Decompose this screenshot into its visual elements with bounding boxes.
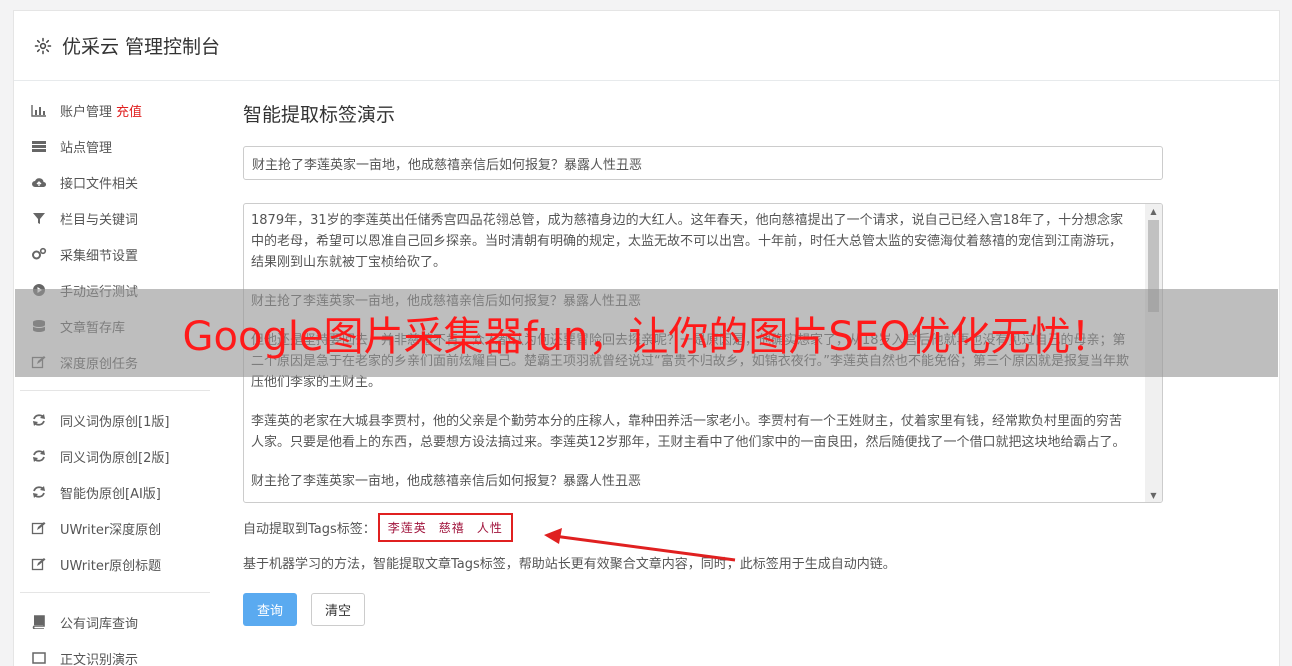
tags-box: 李莲英 慈禧 人性 [377, 512, 513, 542]
tag: 慈禧 [438, 520, 465, 535]
banner-text: Google图片采集器fun，让你的图片SEO优化无忧！ [182, 314, 1111, 360]
sidebar-item[interactable]: 栏目与关键词 [20, 200, 210, 236]
edit-icon [30, 557, 48, 571]
sidebar-item[interactable]: 账户管理 充值 [20, 92, 210, 128]
gear-icon [34, 37, 52, 54]
sidebar-item-label: 采集细节设置 [60, 248, 139, 264]
divider [20, 592, 210, 593]
sidebar-group-2: 同义词伪原创[1版] 同义词伪原创[2版] 智能伪原创[AI版] UWriter深度原… [20, 402, 210, 582]
sidebar-item-label: 栏目与关键词 [60, 212, 139, 228]
filter-icon [30, 211, 48, 225]
sidebar-item[interactable]: 接口文件相关 [20, 164, 210, 200]
sidebar-item[interactable]: 同义词伪原创[1版] [20, 402, 210, 438]
sidebar-item[interactable]: 同义词伪原创[2版] [20, 438, 210, 474]
red-arrow-annotation [544, 528, 736, 562]
refresh-icon [30, 413, 48, 427]
sidebar-item-label: 站点管理 [60, 140, 113, 156]
cloud-upload-icon [30, 175, 48, 189]
sidebar-item[interactable]: 采集细节设置 [20, 236, 210, 272]
article-title-input[interactable]: 财主抢了李莲英家一亩地，他成慈禧亲信后如何报复？暴露人性丑恶 [243, 146, 1163, 180]
scroll-up-arrow-icon[interactable]: ▲ [1145, 204, 1162, 218]
content-paragraph: 1879年，31岁的李莲英出任储秀宫四品花翎总管，成为慈禧身边的大红人。这年春天… [251, 213, 1124, 270]
sidebar-item[interactable]: UWriter深度原创 [20, 510, 210, 546]
button-row: 查询 清空 [243, 593, 1163, 626]
page-title: 优采云 管理控制台 [62, 36, 221, 58]
sidebar: 账户管理充值站点管理接口文件相关栏目与关键词采集细节设置手动运行测试文章暂存库深… [20, 92, 210, 666]
sidebar-item[interactable]: 站点管理 [20, 128, 210, 164]
sidebar-group-3: 公有词库查询 正文识别演示 [20, 604, 210, 666]
tag: 人性 [476, 520, 503, 535]
divider [20, 390, 210, 391]
tags-label: 自动提取到Tags标签： [243, 521, 376, 537]
refresh-icon [30, 485, 48, 499]
square-icon [30, 651, 48, 665]
content-paragraph: 李莲英的老家在大城县李贾村，他的父亲是个勤劳本分的庄稼人，靠种田养活一家老小。李… [251, 414, 1126, 450]
section-heading: 智能提取标签演示 [243, 104, 396, 126]
sidebar-item[interactable]: UWriter原创标题 [20, 546, 210, 582]
article-title-value: 财主抢了李莲英家一亩地，他成慈禧亲信后如何报复？暴露人性丑恶 [252, 157, 643, 173]
gears-icon [30, 247, 48, 261]
sidebar-item-label: UWriter深度原创 [60, 522, 162, 538]
console-header: 优采云 管理控制台 [14, 11, 1279, 81]
sidebar-item-label: 正文识别演示 [60, 652, 139, 666]
sidebar-item-label: UWriter原创标题 [60, 558, 162, 574]
query-button[interactable]: 查询 [243, 593, 297, 626]
book-icon [30, 615, 48, 629]
sidebar-item-label: 同义词伪原创[1版] [60, 414, 170, 430]
sidebar-item-label: 账户管理 [60, 104, 113, 120]
sidebar-item[interactable]: 智能伪原创[AI版] [20, 474, 210, 510]
promo-banner: Google图片采集器fun，让你的图片SEO优化无忧！ [15, 289, 1278, 377]
sidebar-item[interactable]: 公有词库查询 [20, 604, 210, 640]
sidebar-item-label: 公有词库查询 [60, 616, 139, 632]
sidebar-item-label: 同义词伪原创[2版] [60, 450, 170, 466]
sidebar-item-label: 智能伪原创[AI版] [60, 486, 161, 502]
recharge-link[interactable]: 充值 [116, 101, 142, 120]
server-icon [30, 139, 48, 153]
edit-icon [30, 521, 48, 535]
sidebar-item-label: 接口文件相关 [60, 176, 139, 192]
sidebar-item[interactable]: 正文识别演示 [20, 640, 210, 666]
scroll-down-arrow-icon[interactable]: ▼ [1145, 488, 1162, 502]
tag: 李莲英 [387, 520, 427, 535]
bar-chart-icon [30, 103, 48, 117]
clear-button[interactable]: 清空 [311, 593, 365, 626]
content-paragraph: 财主抢了李莲英家一亩地，他成慈禧亲信后如何报复？暴露人性丑恶 [251, 474, 642, 489]
refresh-icon [30, 449, 48, 463]
